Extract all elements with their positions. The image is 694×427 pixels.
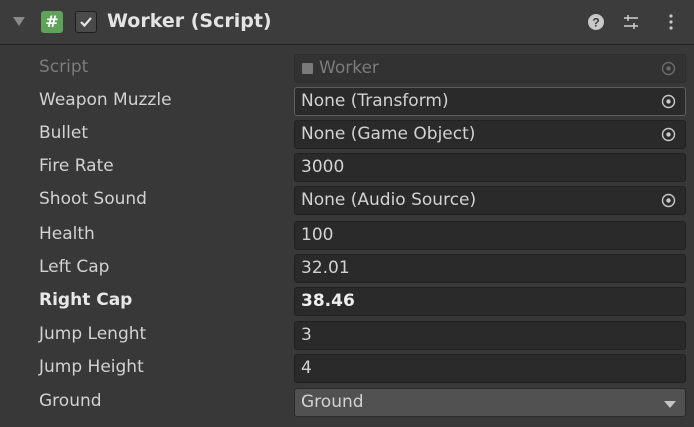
field-label: Shoot Sound xyxy=(39,189,147,209)
field-row-health: Health 100 xyxy=(0,219,694,252)
field-label: Weapon Muzzle xyxy=(39,90,172,110)
ground-layer-dropdown[interactable]: Ground xyxy=(294,388,686,417)
component-enabled-checkbox[interactable] xyxy=(75,11,97,33)
checkmark-icon xyxy=(80,17,92,28)
fire-rate-input[interactable]: 3000 xyxy=(294,153,686,182)
field-row-jump-lenght: Jump Lenght 3 xyxy=(0,319,694,352)
jump-height-input[interactable]: 4 xyxy=(294,354,686,383)
field-value: None (Audio Source) xyxy=(301,190,477,210)
weapon-muzzle-object-field[interactable]: None (Transform) xyxy=(294,87,686,116)
field-label: Ground xyxy=(39,391,102,411)
field-value: 38.46 xyxy=(301,291,355,311)
jump-lenght-input[interactable]: 3 xyxy=(294,321,686,350)
field-row-jump-height: Jump Height 4 xyxy=(0,352,694,385)
field-value: Ground xyxy=(301,392,364,412)
foldout-arrow-icon[interactable] xyxy=(13,17,25,26)
field-row-right-cap: Right Cap 38.46 xyxy=(0,285,694,318)
dropdown-arrow-icon xyxy=(664,401,676,408)
field-value: 3 xyxy=(301,325,312,345)
script-object-field: Worker xyxy=(294,54,686,83)
field-value: 4 xyxy=(301,358,312,378)
field-value: None (Game Object) xyxy=(301,124,476,144)
field-row-bullet: Bullet None (Game Object) xyxy=(0,118,694,151)
object-picker-icon xyxy=(661,61,676,76)
field-label: Health xyxy=(39,224,95,244)
script-file-icon xyxy=(302,63,313,74)
field-row-fire-rate: Fire Rate 3000 xyxy=(0,151,694,184)
right-cap-input[interactable]: 38.46 xyxy=(294,287,686,316)
field-label: Jump Height xyxy=(39,357,144,377)
field-label: Left Cap xyxy=(39,257,110,277)
field-value: 3000 xyxy=(301,157,345,177)
svg-text:?: ? xyxy=(592,16,599,30)
field-row-left-cap: Left Cap 32.01 xyxy=(0,252,694,285)
field-label: Script xyxy=(39,57,89,77)
object-picker-icon[interactable] xyxy=(661,127,676,142)
field-label: Fire Rate xyxy=(39,156,114,176)
health-input[interactable]: 100 xyxy=(294,221,686,250)
component-title: Worker (Script) xyxy=(107,10,272,32)
preset-icon[interactable] xyxy=(620,11,642,33)
component-header[interactable]: # Worker (Script) ? xyxy=(0,0,694,45)
help-icon[interactable]: ? xyxy=(585,11,607,33)
field-row-script: Script Worker xyxy=(0,52,694,85)
field-row-weapon-muzzle: Weapon Muzzle None (Transform) xyxy=(0,85,694,118)
csharp-script-icon: # xyxy=(41,11,63,33)
field-value: 100 xyxy=(301,225,334,245)
field-row-ground: Ground Ground xyxy=(0,386,694,419)
object-picker-icon[interactable] xyxy=(661,94,676,109)
field-value: 32.01 xyxy=(301,258,350,278)
bullet-object-field[interactable]: None (Game Object) xyxy=(294,120,686,149)
field-value: None (Transform) xyxy=(301,91,449,111)
field-row-shoot-sound: Shoot Sound None (Audio Source) xyxy=(0,184,694,217)
context-menu-icon[interactable] xyxy=(660,11,682,33)
field-label: Right Cap xyxy=(39,290,133,310)
left-cap-input[interactable]: 32.01 xyxy=(294,254,686,283)
object-picker-icon[interactable] xyxy=(661,193,676,208)
field-label: Jump Lenght xyxy=(39,324,147,344)
field-label: Bullet xyxy=(39,123,89,143)
field-value: Worker xyxy=(319,58,379,78)
shoot-sound-object-field[interactable]: None (Audio Source) xyxy=(294,186,686,215)
